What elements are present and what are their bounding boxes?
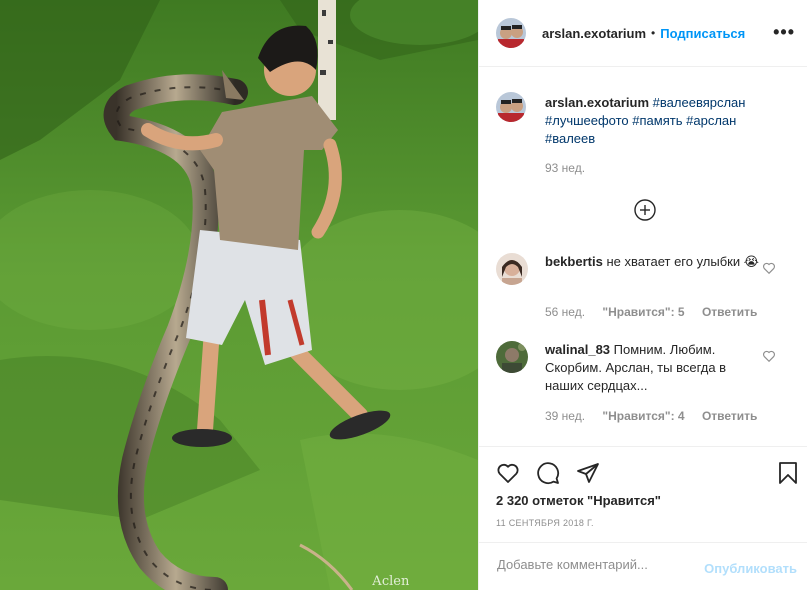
comment-time[interactable]: 56 нед.: [545, 305, 585, 319]
plus-circle-icon: [634, 199, 656, 221]
comment-likes[interactable]: "Нравится": 5: [602, 305, 684, 319]
speech-bubble-icon: [537, 462, 560, 485]
paper-plane-icon: [577, 463, 599, 483]
caption-text: arslan.exotarium #валеевярслан #лучшеефо…: [545, 94, 775, 148]
comment-text: bekbertis не хватает его улыбки 😭: [545, 253, 765, 271]
comment-meta: 39 нед. "Нравится": 4 Ответить: [545, 409, 771, 423]
separator-dot: •: [651, 26, 656, 40]
post-actions: 2 320 отметок "Нравится" 11 СЕНТЯБРЯ 201…: [479, 446, 807, 543]
comment-meta: 56 нед. "Нравится": 5 Ответить: [545, 305, 771, 319]
author-avatar[interactable]: [496, 18, 526, 48]
reply-button[interactable]: Ответить: [702, 305, 757, 319]
post-photo[interactable]: Асlen: [0, 0, 478, 590]
comment-input[interactable]: [495, 556, 689, 573]
caption-avatar[interactable]: [496, 92, 526, 122]
like-icon[interactable]: [496, 461, 520, 485]
save-icon[interactable]: [776, 461, 800, 485]
post-header: arslan.exotarium • Подписаться •••: [479, 0, 807, 67]
heart-outline-icon: [763, 262, 775, 275]
caption-time[interactable]: 93 нед.: [545, 161, 585, 175]
bookmark-icon: [779, 462, 797, 484]
comment-text: walinal_83 Помним. Любим. Скорбим. Арсла…: [545, 341, 765, 395]
load-more-comments-icon[interactable]: [634, 199, 656, 221]
commenter-avatar[interactable]: [496, 341, 528, 373]
share-icon[interactable]: [576, 461, 600, 485]
instagram-post: Асlen arslan.exotarium • Подписаться •••: [0, 0, 807, 590]
hashtag-link[interactable]: #арслан: [686, 113, 736, 128]
avatar-image: [496, 253, 528, 285]
hashtag-link[interactable]: #валеев: [545, 131, 595, 146]
avatar-image: [496, 18, 526, 48]
add-comment-bar: Опубликовать: [479, 542, 807, 591]
commenter-username[interactable]: bekbertis: [545, 254, 603, 269]
photo-watermark: Асlen: [372, 574, 410, 589]
comment-likes[interactable]: "Нравится": 4: [602, 409, 684, 423]
avatar-image: [496, 92, 526, 122]
commenter-username[interactable]: walinal_83: [545, 342, 610, 357]
hashtag-link[interactable]: #лучшеефото: [545, 113, 629, 128]
likes-count[interactable]: 2 320 отметок "Нравится": [496, 493, 661, 508]
comment-body: не хватает его улыбки 😭: [606, 254, 759, 269]
commenter-avatar[interactable]: [496, 253, 528, 285]
comment-time[interactable]: 39 нед.: [545, 409, 585, 423]
author-username[interactable]: arslan.exotarium: [542, 26, 646, 41]
more-options-icon[interactable]: •••: [773, 22, 795, 43]
comment-like-icon[interactable]: [762, 349, 776, 363]
comment-like-icon[interactable]: [762, 261, 776, 275]
post-sidebar: arslan.exotarium • Подписаться ••• arsla…: [478, 0, 807, 590]
caption-username[interactable]: arslan.exotarium: [545, 95, 649, 110]
publish-button[interactable]: Опубликовать: [704, 561, 797, 576]
comment-icon[interactable]: [536, 461, 560, 485]
reply-button[interactable]: Ответить: [702, 409, 757, 423]
hashtag-link[interactable]: #валеевярслан: [653, 95, 746, 110]
heart-outline-icon: [763, 350, 775, 363]
post-photo-illustration: [0, 0, 478, 590]
follow-button[interactable]: Подписаться: [660, 26, 745, 41]
heart-outline-icon: [497, 463, 519, 483]
avatar-image: [496, 341, 528, 373]
post-date[interactable]: 11 СЕНТЯБРЯ 2018 Г.: [496, 518, 594, 528]
hashtag-link[interactable]: #память: [632, 113, 682, 128]
